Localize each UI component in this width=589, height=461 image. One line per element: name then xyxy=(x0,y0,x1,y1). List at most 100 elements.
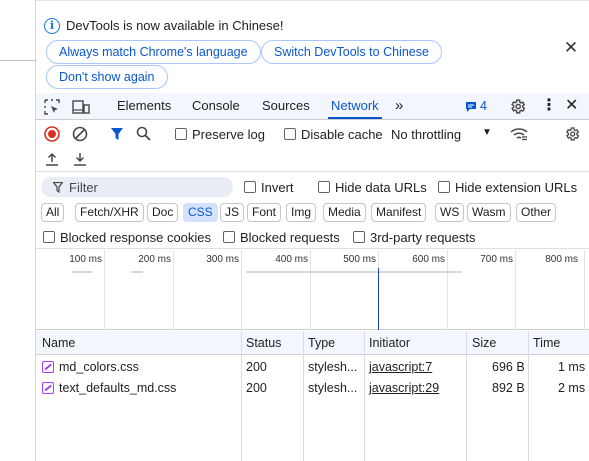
invert-checkbox[interactable] xyxy=(244,181,256,193)
timeline-tick-label: 700 ms xyxy=(480,254,513,265)
timeline-gridline xyxy=(447,250,448,330)
tab-sources[interactable]: Sources xyxy=(262,93,310,119)
requests-table: Name Status Type Initiator Size Time md_… xyxy=(36,331,589,461)
close-icon[interactable]: ✕ xyxy=(563,39,579,56)
type-filter-ws[interactable]: WS xyxy=(435,203,465,222)
filter-funnel-icon[interactable] xyxy=(110,127,124,141)
hide-extension-urls-checkbox[interactable] xyxy=(438,181,450,193)
type-filter-js[interactable]: JS xyxy=(220,203,245,222)
issues-count[interactable]: 4 xyxy=(480,93,487,119)
import-har-upload-icon[interactable] xyxy=(45,152,59,166)
info-icon: i xyxy=(44,18,60,34)
type-filter-wasm[interactable]: Wasm xyxy=(467,203,511,222)
type-filter-media[interactable]: Media xyxy=(323,203,366,222)
type-filter-manifest[interactable]: Manifest xyxy=(371,203,427,222)
network-overview-timeline[interactable]: 100 ms 200 ms 300 ms 400 ms 500 ms 600 m… xyxy=(36,250,589,330)
column-header-name[interactable]: Name xyxy=(42,336,75,350)
match-language-button[interactable]: Always match Chrome's language xyxy=(46,40,261,64)
clear-icon[interactable] xyxy=(72,126,88,142)
timeline-gridline xyxy=(104,250,105,330)
disable-cache-checkbox[interactable] xyxy=(284,128,296,140)
network-toolbar: Preserve log Disable cache No throttling… xyxy=(36,121,589,146)
request-type: stylesh... xyxy=(308,381,358,395)
column-header-time[interactable]: Time xyxy=(533,336,560,350)
dom-content-loaded-marker xyxy=(378,268,379,330)
network-conditions-wifi-icon[interactable] xyxy=(510,127,528,141)
device-toolbar-icon[interactable] xyxy=(72,99,90,115)
timeline-gridline xyxy=(515,250,516,330)
timeline-tick-label: 300 ms xyxy=(206,254,239,265)
third-party-checkbox[interactable] xyxy=(353,231,365,243)
blocked-cookies-checkbox[interactable] xyxy=(43,231,55,243)
tab-console[interactable]: Console xyxy=(192,93,240,119)
page-content-strip xyxy=(0,0,36,461)
timeline-tick-label: 200 ms xyxy=(138,254,171,265)
request-filters: Blocked response cookies Blocked request… xyxy=(36,225,589,249)
blocked-requests-checkbox[interactable] xyxy=(223,231,235,243)
network-settings-gear-icon[interactable] xyxy=(564,126,580,142)
table-row[interactable]: text_defaults_md.css 200 stylesh... java… xyxy=(36,378,589,399)
devtools-panel: i DevTools is now available in Chinese! … xyxy=(36,0,589,461)
column-header-type[interactable]: Type xyxy=(308,336,335,350)
settings-gear-icon[interactable] xyxy=(509,98,526,115)
disable-cache-label: Disable cache xyxy=(301,127,383,142)
request-initiator-link[interactable]: javascript:7 xyxy=(369,360,432,374)
search-icon[interactable] xyxy=(136,126,151,141)
type-filter-doc[interactable]: Doc xyxy=(147,203,179,222)
timeline-gridline xyxy=(584,250,585,330)
more-options-icon[interactable]: ⋮ xyxy=(541,93,557,119)
hide-data-urls-checkbox[interactable] xyxy=(318,181,330,193)
record-stop-icon[interactable] xyxy=(44,126,60,142)
timeline-tick-label: 500 ms xyxy=(343,254,376,265)
request-initiator-link[interactable]: javascript:29 xyxy=(369,381,439,395)
third-party-label: 3rd-party requests xyxy=(370,230,476,245)
inspect-element-icon[interactable] xyxy=(44,99,60,115)
css-file-icon xyxy=(42,361,54,373)
timeline-tick-label: 400 ms xyxy=(275,254,308,265)
table-header: Name Status Type Initiator Size Time xyxy=(36,331,589,355)
language-banner: i DevTools is now available in Chinese! … xyxy=(36,0,589,92)
tab-network[interactable]: Network xyxy=(331,93,379,119)
preserve-log-label: Preserve log xyxy=(192,127,265,142)
export-har-download-icon[interactable] xyxy=(73,152,87,166)
request-type: stylesh... xyxy=(308,360,358,374)
chevron-down-icon[interactable]: ▼ xyxy=(482,127,492,138)
devtools-tabbar: Elements Console Sources Network » 4 ⋮ ✕ xyxy=(36,93,589,120)
timeline-gridline xyxy=(310,250,311,330)
type-filter-fetch-xhr[interactable]: Fetch/XHR xyxy=(75,203,144,222)
hide-extension-urls-label: Hide extension URLs xyxy=(455,180,578,195)
filter-icon xyxy=(53,182,63,193)
blocked-cookies-label: Blocked response cookies xyxy=(60,230,212,245)
resource-type-filters: All Fetch/XHR Doc CSS JS Font Img Media … xyxy=(36,200,589,224)
type-filter-all[interactable]: All xyxy=(41,203,65,222)
column-header-initiator[interactable]: Initiator xyxy=(369,336,410,350)
request-size: 892 B xyxy=(492,381,525,395)
type-filter-font[interactable]: Font xyxy=(247,203,282,222)
hide-data-urls-label: Hide data URLs xyxy=(335,180,427,195)
tab-elements[interactable]: Elements xyxy=(117,93,171,119)
dont-show-again-button[interactable]: Don't show again xyxy=(46,65,168,89)
banner-message: DevTools is now available in Chinese! xyxy=(66,18,284,33)
type-filter-img[interactable]: Img xyxy=(286,203,317,222)
css-file-icon xyxy=(42,382,54,394)
table-row[interactable]: md_colors.css 200 stylesh... javascript:… xyxy=(36,357,589,378)
request-status: 200 xyxy=(246,381,267,395)
throttling-select[interactable]: No throttling xyxy=(391,127,461,142)
type-filter-css[interactable]: CSS xyxy=(183,203,218,222)
filter-input[interactable]: Filter xyxy=(41,177,233,197)
request-name: text_defaults_md.css xyxy=(59,381,177,395)
timeline-tick-label: 600 ms xyxy=(412,254,445,265)
issues-icon[interactable] xyxy=(465,101,477,113)
column-header-size[interactable]: Size xyxy=(472,336,496,350)
request-status: 200 xyxy=(246,360,267,374)
switch-to-chinese-button[interactable]: Switch DevTools to Chinese xyxy=(261,40,442,64)
active-tab-indicator xyxy=(328,117,382,119)
close-devtools-icon[interactable]: ✕ xyxy=(565,93,578,119)
filter-placeholder: Filter xyxy=(69,180,98,195)
more-tabs-chevron-icon[interactable]: » xyxy=(395,93,403,119)
type-filter-other[interactable]: Other xyxy=(516,203,557,222)
page-divider xyxy=(0,60,36,61)
timeline-gridline xyxy=(173,250,174,330)
preserve-log-checkbox[interactable] xyxy=(175,128,187,140)
column-header-status[interactable]: Status xyxy=(246,336,281,350)
